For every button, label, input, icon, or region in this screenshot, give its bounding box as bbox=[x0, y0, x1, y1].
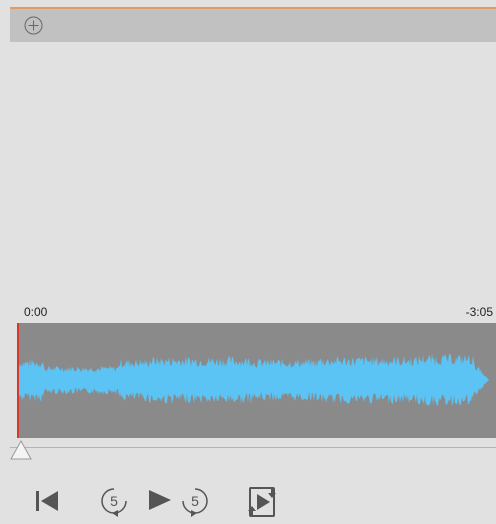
add-icon[interactable] bbox=[24, 16, 43, 35]
playhead[interactable] bbox=[17, 323, 19, 438]
rewind-5-icon[interactable]: 5 bbox=[96, 483, 132, 519]
waveform-graphic bbox=[19, 353, 489, 406]
play-icon[interactable] bbox=[145, 485, 175, 515]
remaining-time: -3:05 bbox=[465, 305, 493, 319]
rewind-seconds-label: 5 bbox=[110, 493, 118, 509]
track-area bbox=[10, 42, 496, 302]
elapsed-time: 0:00 bbox=[24, 305, 48, 319]
skip-to-start-icon[interactable] bbox=[31, 486, 61, 516]
waveform-shape bbox=[19, 353, 489, 406]
toolbar bbox=[10, 9, 496, 42]
scrubber-track[interactable] bbox=[10, 447, 496, 448]
forward-seconds-label: 5 bbox=[191, 493, 199, 509]
forward-5-icon[interactable]: 5 bbox=[177, 483, 213, 519]
scrubber-handle[interactable] bbox=[10, 439, 32, 461]
repeat-play-icon[interactable] bbox=[242, 482, 282, 522]
waveform[interactable] bbox=[19, 323, 496, 438]
